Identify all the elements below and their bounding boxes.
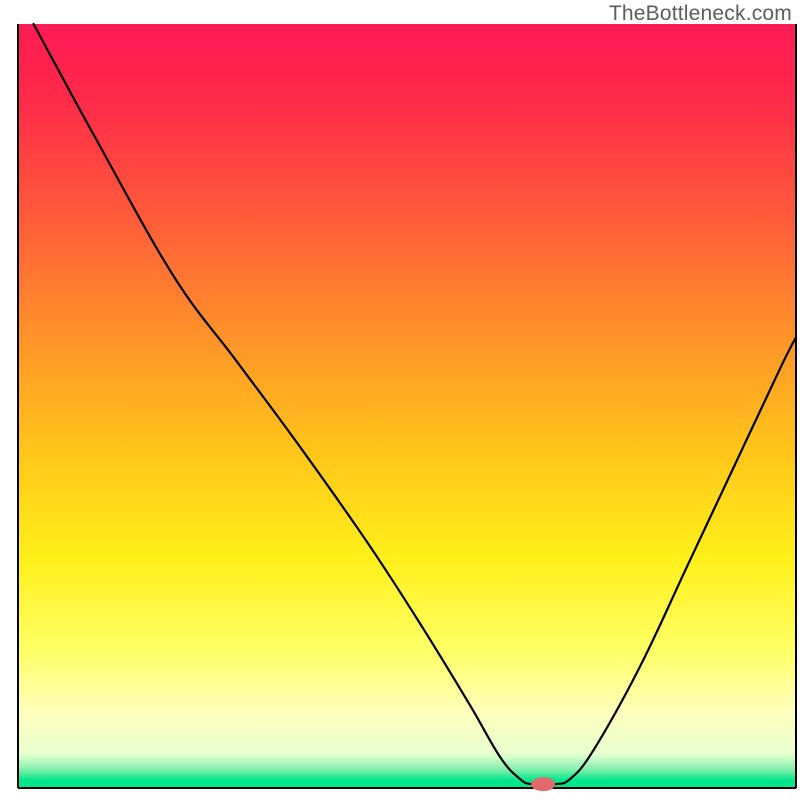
- chart-svg: [0, 0, 800, 800]
- bottleneck-chart: TheBottleneck.com: [0, 0, 800, 800]
- plot-background: [18, 24, 796, 788]
- watermark-text: TheBottleneck.com: [609, 2, 792, 26]
- optimal-marker: [531, 777, 555, 791]
